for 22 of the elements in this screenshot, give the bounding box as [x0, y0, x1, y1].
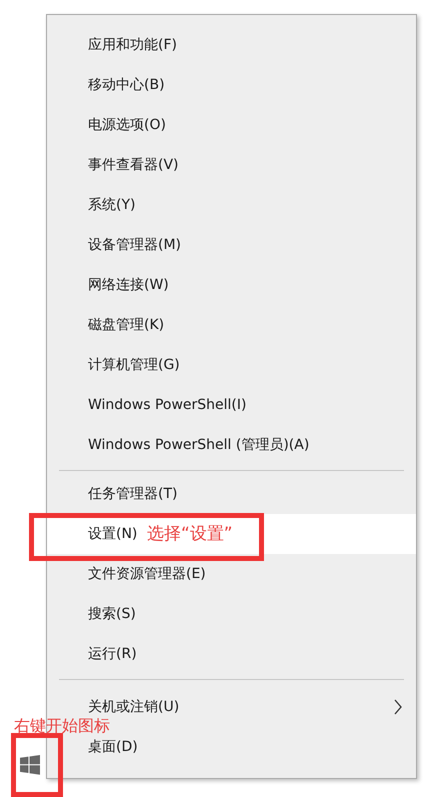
menu-item[interactable]: 搜索(S)	[47, 594, 416, 634]
menu-item[interactable]: 任务管理器(T)	[47, 474, 416, 514]
menu-item[interactable]: 系统(Y)	[47, 185, 416, 225]
menu-item[interactable]: 关机或注销(U)	[47, 697, 416, 717]
menu-item[interactable]: Windows PowerShell(I)	[47, 385, 416, 425]
annotation-frame	[11, 733, 63, 797]
annotation-text: 右键开始图标	[14, 718, 110, 734]
chevron-right-icon	[394, 699, 402, 715]
menu-item[interactable]: 移动中心(B)	[47, 65, 416, 105]
menu-item[interactable]: 网络连接(W)	[47, 265, 416, 305]
annotation-text: 选择“设置”	[147, 526, 233, 543]
menu-item[interactable]: Windows PowerShell (管理员)(A)	[47, 425, 416, 465]
menu-item[interactable]: 电源选项(O)	[47, 105, 416, 145]
menu-item[interactable]: 设备管理器(M)	[47, 225, 416, 265]
menu-item[interactable]: 事件查看器(V)	[47, 145, 416, 185]
menu-item[interactable]: 运行(R)	[47, 634, 416, 674]
windows-start-icon[interactable]	[20, 755, 40, 775]
menu-item[interactable]: 应用和功能(F)	[47, 25, 416, 65]
menu-item[interactable]: 桌面(D)	[47, 737, 416, 757]
menu-item[interactable]: 磁盘管理(K)	[47, 305, 416, 345]
menu-item[interactable]: 文件资源管理器(E)	[47, 554, 416, 594]
menu-item[interactable]: 计算机管理(G)	[47, 345, 416, 385]
